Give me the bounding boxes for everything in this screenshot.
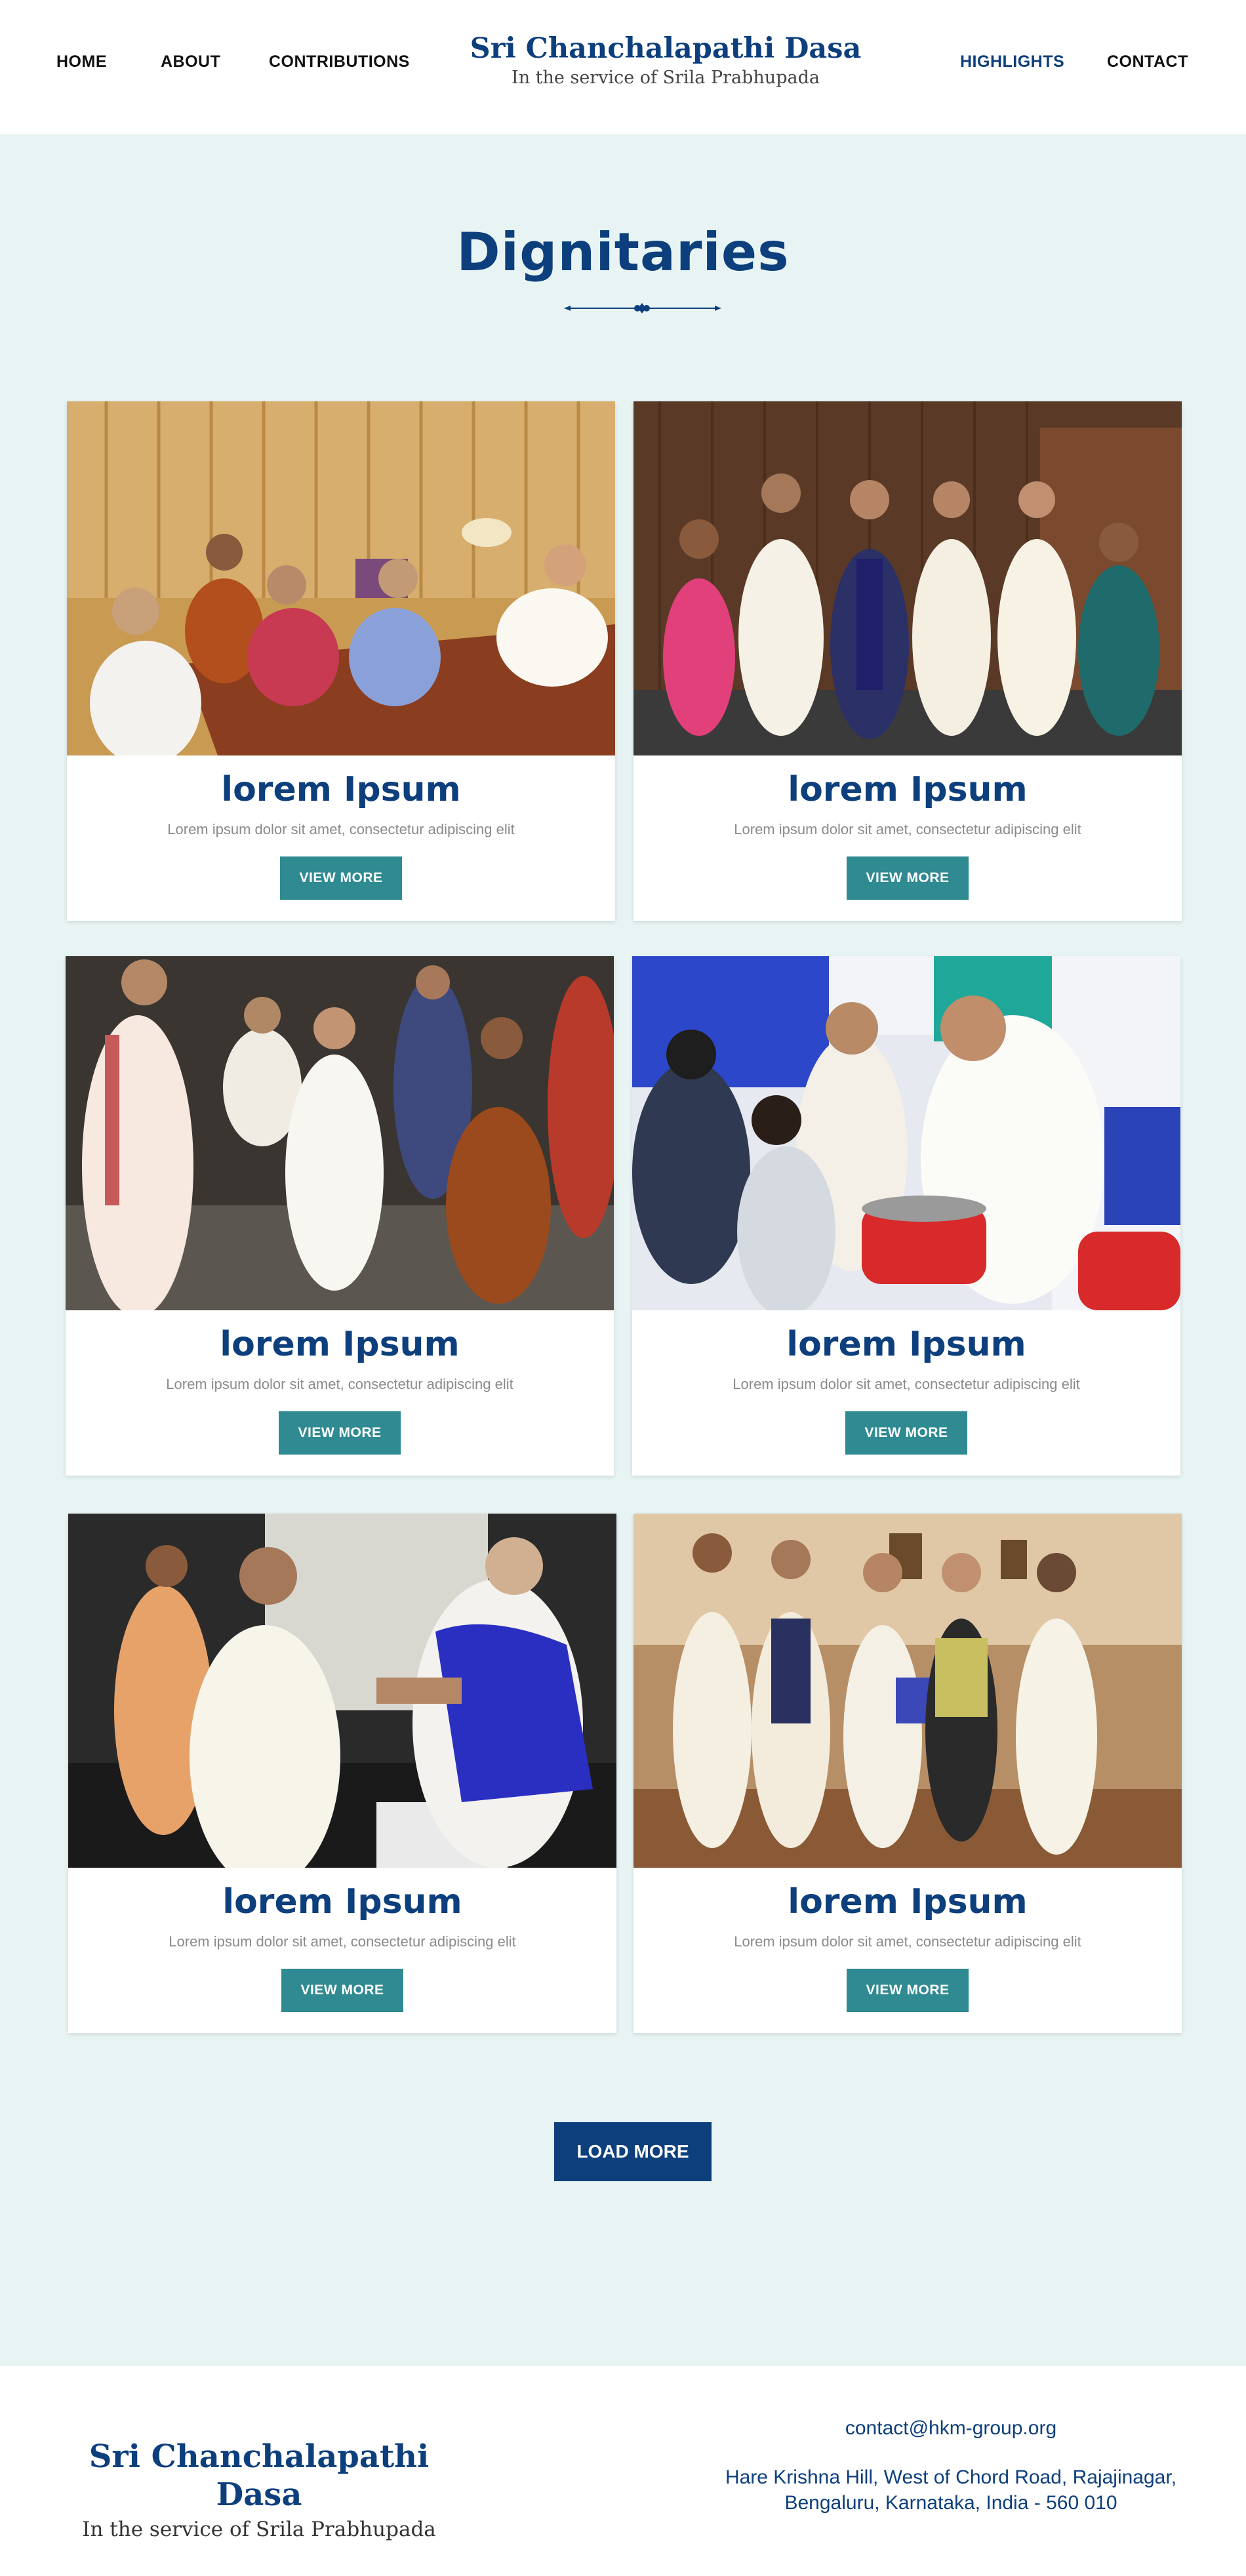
ornament-divider-icon [564, 303, 721, 313]
card-title: lorem Ipsum [788, 1882, 1028, 1922]
view-more-button[interactable]: VIEW MORE [847, 1969, 969, 2012]
site-header: HOME ABOUT CONTRIBUTIONS Sri Chanchalapa… [0, 0, 1246, 134]
view-more-button[interactable]: VIEW MORE [279, 1411, 401, 1455]
brand-title: Sri Chanchalapathi Dasa [470, 32, 862, 65]
card-description: Lorem ipsum dolor sit amet, consectetur … [734, 821, 1081, 837]
brand[interactable]: Sri Chanchalapathi Dasa In the service o… [459, 32, 872, 89]
card-description: Lorem ipsum dolor sit amet, consectetur … [166, 1376, 513, 1392]
card-title: lorem Ipsum [786, 1325, 1026, 1364]
dignitary-photo[interactable] [68, 1514, 616, 1868]
card-description: Lorem ipsum dolor sit amet, consectetur … [167, 821, 515, 837]
address-line-2: Bengaluru, Karnataka, India - 560 010 [784, 2492, 1117, 2514]
card-description: Lorem ipsum dolor sit amet, consectetur … [734, 1933, 1081, 1950]
contact-email-link[interactable]: contact@hkm-group.org [708, 2417, 1194, 2440]
card-title: lorem Ipsum [222, 1882, 462, 1922]
card-title: lorem Ipsum [788, 770, 1028, 809]
brand-subtitle: In the service of Srila Prabhupada [512, 68, 820, 89]
dignitary-photo[interactable] [633, 401, 1182, 755]
dignitaries-section: Dignitaries lorem Ipsum Lorem ipsum dolo… [0, 134, 1246, 2366]
footer-address: Hare Krishna Hill, West of Chord Road, R… [695, 2465, 1207, 2516]
dignitary-photo[interactable] [633, 1514, 1182, 1868]
load-more-button[interactable]: LOAD MORE [554, 2122, 712, 2181]
view-more-button[interactable]: VIEW MORE [280, 856, 402, 900]
dignitary-card: lorem Ipsum Lorem ipsum dolor sit amet, … [66, 956, 614, 1476]
nav-about[interactable]: ABOUT [161, 52, 220, 71]
dignitary-card: lorem Ipsum Lorem ipsum dolor sit amet, … [633, 401, 1182, 921]
card-title: lorem Ipsum [221, 770, 461, 809]
view-more-button[interactable]: VIEW MORE [281, 1969, 403, 2012]
view-more-button[interactable]: VIEW MORE [845, 1411, 967, 1455]
card-description: Lorem ipsum dolor sit amet, consectetur … [733, 1376, 1080, 1392]
card-description: Lorem ipsum dolor sit amet, consectetur … [169, 1933, 516, 1950]
footer-brand[interactable]: Sri Chanchalapathi Dasa In the service o… [59, 2438, 459, 2541]
dignitary-photo[interactable] [67, 401, 615, 755]
nav-home[interactable]: HOME [56, 52, 107, 71]
nav-highlights[interactable]: HIGHLIGHTS [960, 52, 1064, 71]
site-footer: Sri Chanchalapathi Dasa In the service o… [0, 2366, 1246, 2576]
footer-title: Sri Chanchalapathi Dasa [89, 2438, 430, 2513]
dignitary-card: lorem Ipsum Lorem ipsum dolor sit amet, … [67, 401, 615, 921]
nav-contributions[interactable]: CONTRIBUTIONS [269, 52, 410, 71]
address-line-1: Hare Krishna Hill, West of Chord Road, R… [725, 2466, 1177, 2488]
dignitary-card: lorem Ipsum Lorem ipsum dolor sit amet, … [633, 1514, 1182, 2033]
view-more-button[interactable]: VIEW MORE [847, 856, 969, 900]
card-title: lorem Ipsum [220, 1325, 460, 1364]
section-title: Dignitaries [456, 222, 790, 283]
dignitary-photo[interactable] [66, 956, 614, 1310]
footer-subtitle: In the service of Srila Prabhupada [82, 2518, 436, 2542]
dignitary-card: lorem Ipsum Lorem ipsum dolor sit amet, … [632, 956, 1180, 1476]
dignitary-photo[interactable] [632, 956, 1180, 1310]
dignitary-card: lorem Ipsum Lorem ipsum dolor sit amet, … [68, 1514, 616, 2033]
nav-contact[interactable]: CONTACT [1107, 52, 1188, 71]
